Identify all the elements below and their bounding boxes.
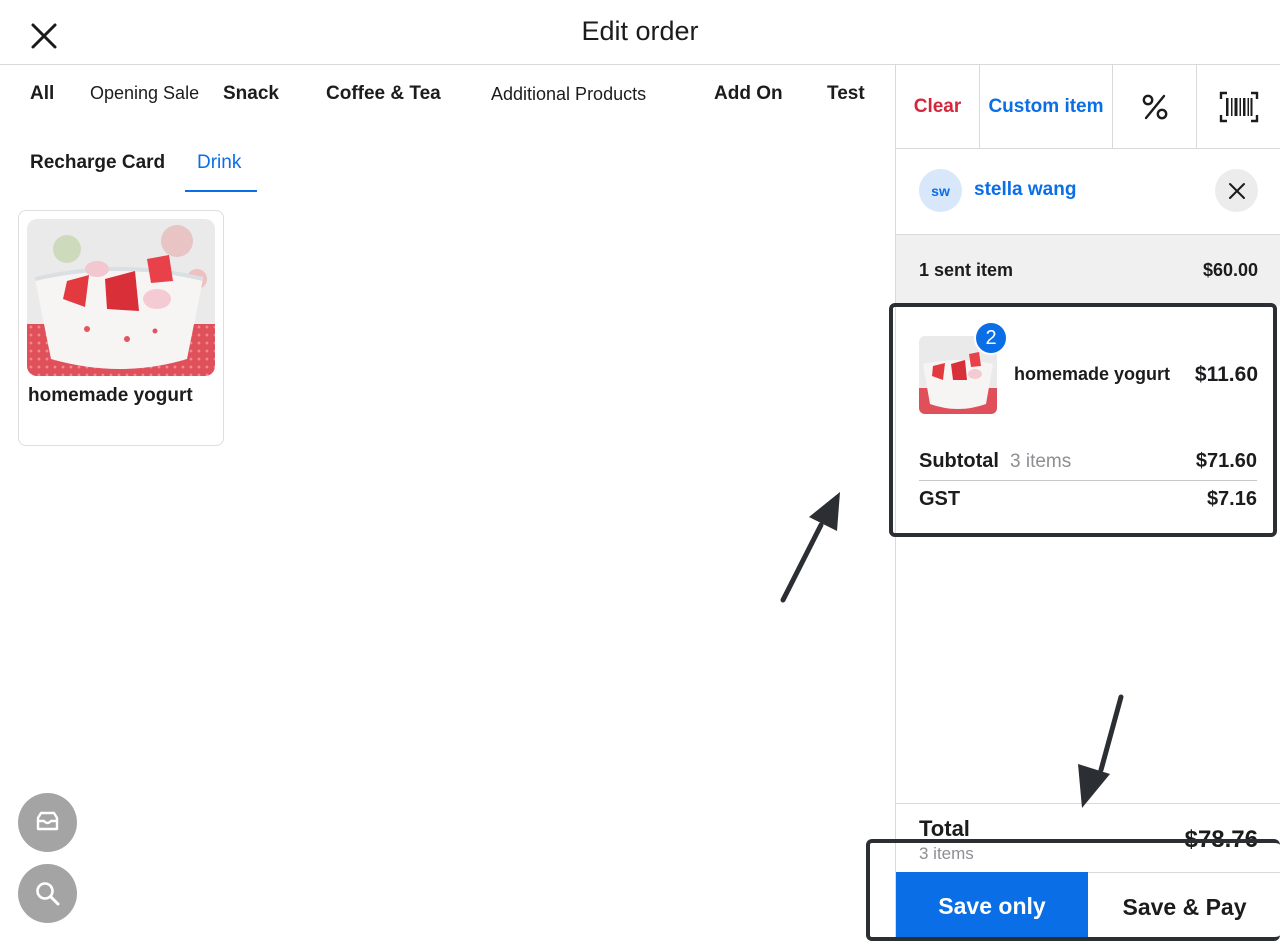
tab-coffee-tea[interactable]: Coffee & Tea (326, 83, 441, 105)
customer-name[interactable]: stella wang (974, 179, 1076, 201)
total-item-count: 3 items (919, 844, 974, 863)
sent-items-amount: $60.00 (1202, 260, 1258, 280)
annotation-arrow-up (780, 492, 840, 603)
subtotal-row: Subtotal 3 items $71.60 (919, 450, 1257, 481)
tray-icon (36, 811, 59, 831)
product-image (27, 219, 215, 376)
gst-row: GST $7.16 (919, 488, 1257, 514)
tab-recharge-card[interactable]: Recharge Card (30, 152, 165, 174)
percent-icon (1142, 94, 1167, 120)
search-icon (36, 882, 60, 906)
line-item-price: $11.60 (1194, 363, 1258, 386)
gst-label: GST (919, 488, 961, 510)
total-amount: $78.76 (1184, 826, 1258, 853)
header: Edit order (0, 0, 1280, 65)
tab-all[interactable]: All (30, 83, 54, 105)
tab-opening-sale[interactable]: Opening Sale (90, 83, 199, 104)
gst-amount: $7.16 (1206, 488, 1257, 510)
order-line-item[interactable]: 2 homemade yogurt $11.60 (896, 306, 1280, 446)
subtotal-item-count: 3 items (1010, 451, 1072, 472)
quantity-badge: 2 (974, 321, 1008, 355)
sent-items-row[interactable]: 1 sent item $60.00 (896, 234, 1280, 306)
order-toolbar: Clear Custom item (896, 65, 1280, 149)
clear-button[interactable]: Clear (896, 65, 980, 149)
total-row: Total 3 items $78.76 (896, 803, 1280, 873)
total-label: Total (919, 816, 970, 841)
save-and-pay-button[interactable]: Save & Pay (1088, 872, 1280, 941)
tab-snack[interactable]: Snack (223, 83, 279, 105)
close-icon (1228, 182, 1245, 199)
subtotal-label: Subtotal (919, 450, 999, 472)
barcode-icon (1219, 91, 1259, 123)
active-tab-indicator (185, 190, 257, 192)
order-panel: Clear Custom item sw stella wang 1 sent … (895, 65, 1280, 941)
tab-add-on[interactable]: Add On (714, 83, 783, 105)
tab-drink[interactable]: Drink (197, 152, 241, 174)
page-title: Edit order (581, 16, 699, 46)
sent-items-label: 1 sent item (919, 260, 1014, 280)
product-card[interactable]: homemade yogurt (18, 210, 224, 446)
line-item-name: homemade yogurt (1014, 364, 1171, 384)
remove-customer-button[interactable] (1215, 169, 1258, 212)
discount-button[interactable] (1113, 65, 1197, 149)
search-button[interactable] (18, 864, 77, 923)
product-name: homemade yogurt (28, 385, 193, 406)
avatar: sw (919, 169, 962, 212)
customer-row: sw stella wang (896, 149, 1280, 234)
tab-test[interactable]: Test (827, 83, 865, 105)
custom-item-button[interactable]: Custom item (980, 65, 1113, 149)
tray-button[interactable] (18, 793, 77, 852)
tab-additional-products[interactable]: Additional Products (491, 84, 646, 105)
scan-barcode-button[interactable] (1197, 65, 1280, 149)
subtotal-amount: $71.60 (1195, 450, 1257, 472)
save-only-button[interactable]: Save only (896, 872, 1088, 941)
